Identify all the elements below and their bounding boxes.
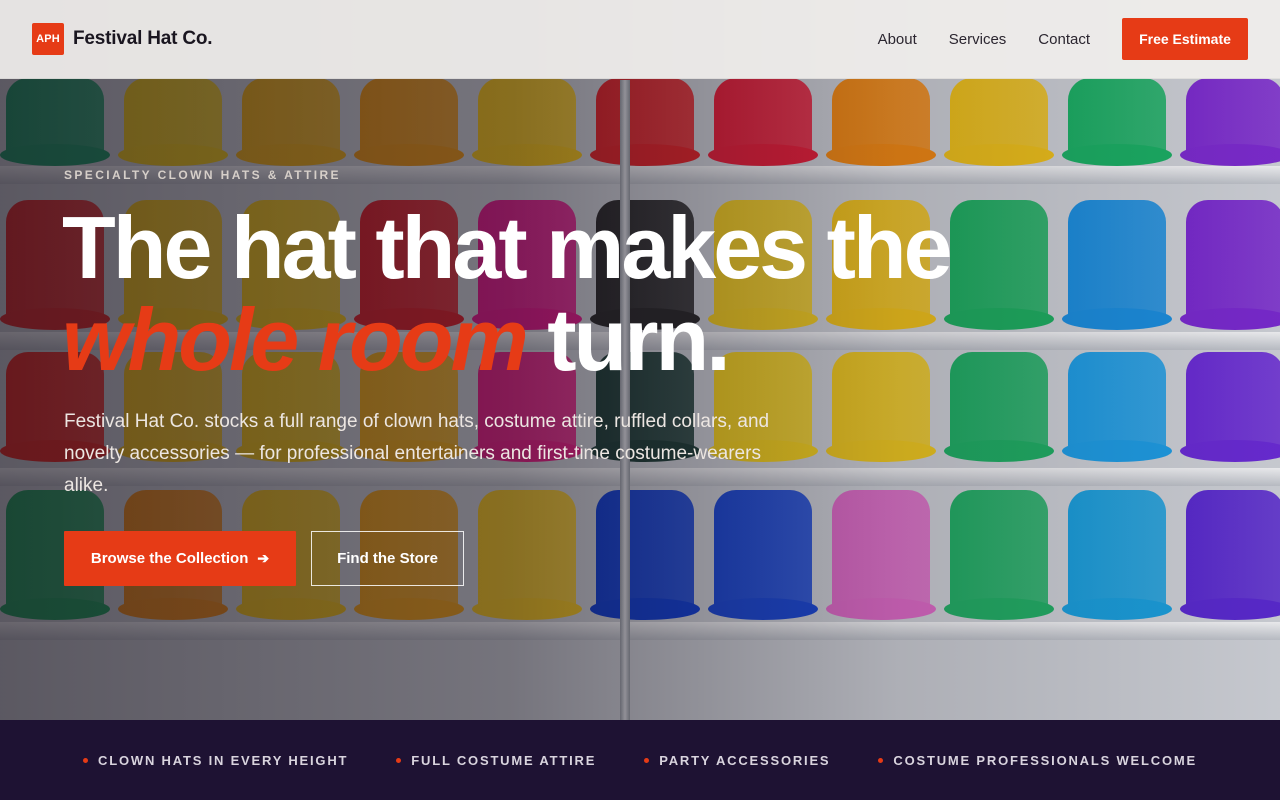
feature-strip: CLOWN HATS IN EVERY HEIGHT FULL COSTUME … [0, 720, 1280, 800]
feature-item: CLOWN HATS IN EVERY HEIGHT [83, 753, 348, 768]
site-header: APH Festival Hat Co. About Services Cont… [0, 0, 1280, 79]
bullet-dot-icon [83, 757, 89, 763]
feature-item: FULL COSTUME ATTIRE [396, 753, 596, 768]
find-store-button[interactable]: Find the Store [311, 531, 464, 586]
headline-accent: whole room [62, 290, 529, 389]
feature-item: COSTUME PROFESSIONALS WELCOME [878, 753, 1197, 768]
bullet-dot-icon [878, 757, 884, 763]
browse-collection-button[interactable]: Browse the Collection ➔ [64, 531, 296, 586]
feature-label: PARTY ACCESSORIES [659, 752, 831, 768]
bullet-dot-icon [396, 757, 402, 763]
logo-text[interactable]: Festival Hat Co. [73, 28, 213, 50]
hero-eyebrow: SPECIALTY CLOWN HATS & ATTIRE [64, 168, 341, 182]
headline-line-1: The hat that makes the [62, 198, 953, 297]
feature-item: PARTY ACCESSORIES [644, 753, 830, 768]
logo-badge[interactable]: APH [32, 23, 64, 55]
hero-description: Festival Hat Co. stocks a full range of … [64, 411, 770, 496]
main-nav: About Services Contact [878, 31, 1090, 48]
headline-end: turn. [547, 290, 731, 389]
browse-collection-label: Browse the Collection [90, 550, 249, 567]
nav-link-about[interactable]: About [878, 31, 917, 48]
bullet-dot-icon [644, 757, 650, 763]
nav-link-services[interactable]: Services [949, 31, 1007, 48]
arrow-right-icon: ➔ [257, 550, 270, 566]
feature-label: COSTUME PROFESSIONALS WELCOME [893, 752, 1197, 768]
hero-headline: The hat that makes the whole room turn. [62, 202, 953, 389]
free-estimate-button[interactable]: Free Estimate [1122, 18, 1248, 60]
feature-label: CLOWN HATS IN EVERY HEIGHT [98, 752, 349, 768]
feature-label: FULL COSTUME ATTIRE [411, 752, 597, 768]
nav-link-contact[interactable]: Contact [1038, 31, 1090, 48]
